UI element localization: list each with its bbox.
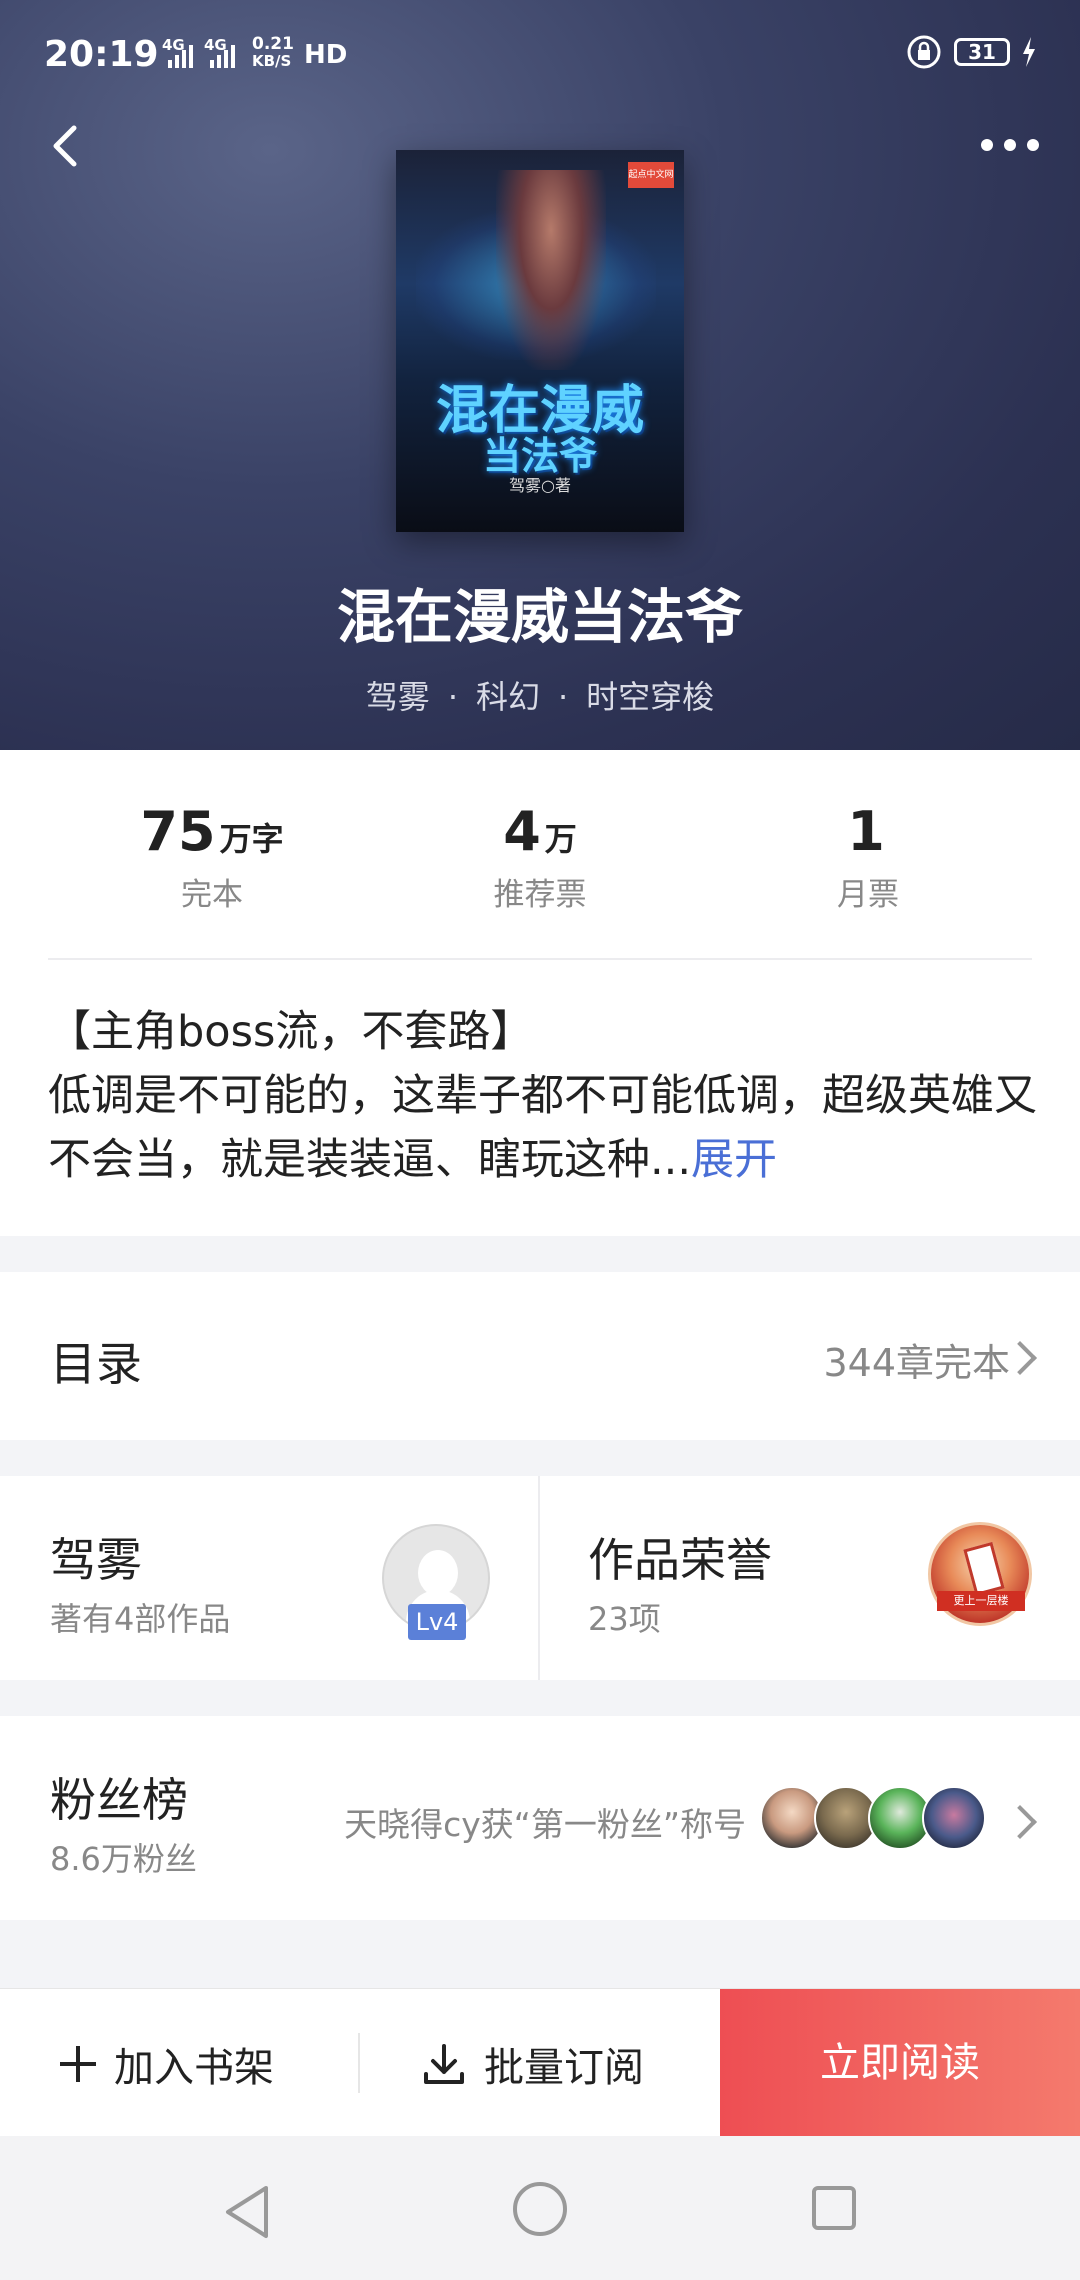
- author-honor-row: 驾雾 著有4部作品 Lv4 作品荣誉 23项 更上一层楼: [0, 1476, 1080, 1680]
- stat-monthly-votes[interactable]: 1 月票: [718, 800, 1018, 914]
- stat-word-count: 75 万字 完本: [62, 800, 362, 914]
- book-title: 混在漫威当法爷: [336, 583, 743, 651]
- add-to-shelf-label: 加入书架: [114, 2045, 274, 2091]
- author-level-badge: Lv4: [408, 1604, 466, 1640]
- intro-text-container: 【主角boss流，不套路】 低调是不可能的，这辈子都不可能低调，超级英雄又不会当…: [48, 1000, 1038, 1192]
- author-name: 驾雾: [50, 1533, 142, 1587]
- stat-label: 推荐票: [493, 877, 587, 913]
- network-label-1: 4G: [162, 36, 185, 54]
- chevron-right-icon: [1003, 1805, 1037, 1839]
- more-button[interactable]: [970, 120, 1050, 170]
- column-divider: [538, 1476, 540, 1680]
- medal-book-icon: [963, 1541, 1005, 1597]
- meta-separator: ·: [558, 678, 569, 716]
- system-nav-bar: [0, 2136, 1080, 2280]
- stat-unit: 万: [544, 820, 577, 858]
- button-separator: [358, 2033, 360, 2093]
- toc-title: 目录: [50, 1337, 142, 1391]
- fans-count: 8.6万粉丝: [50, 1840, 197, 1878]
- medal-ribbon: 更上一层楼: [937, 1591, 1025, 1611]
- honor-title: 作品荣誉: [588, 1533, 772, 1587]
- fans-row[interactable]: 粉丝榜 8.6万粉丝 天晓得cy获“第一粉丝”称号: [0, 1716, 1080, 1920]
- fans-title: 粉丝榜: [50, 1773, 188, 1827]
- lock-rotation-icon: [907, 35, 941, 69]
- book-header: 20:19 4G 4G 0.21 KB/S HD 31 起点中文网 混在漫威 当…: [0, 0, 1080, 750]
- bottom-action-bar: 加入书架 批量订阅 立即阅读: [0, 1988, 1080, 2137]
- back-button[interactable]: [40, 116, 100, 176]
- stat-number: 4: [503, 800, 541, 863]
- book-cover[interactable]: 起点中文网 混在漫威 当法爷 驾雾○著: [396, 150, 684, 532]
- book-stats: 75 万字 完本 4万 推荐票 1 月票: [0, 750, 1080, 960]
- expand-link[interactable]: 展开: [691, 1135, 777, 1185]
- download-icon: [424, 2044, 464, 2084]
- stat-recommend-votes[interactable]: 4万 推荐票: [390, 800, 690, 914]
- status-time: 20:19: [44, 34, 159, 75]
- charging-icon: [1023, 37, 1035, 67]
- hd-indicator: HD: [304, 40, 348, 70]
- stat-number: 75: [140, 800, 216, 863]
- batch-subscribe-label: 批量订阅: [484, 2045, 644, 2091]
- book-intro[interactable]: 【主角boss流，不套路】 低调是不可能的，这辈子都不可能低调，超级英雄又不会当…: [0, 960, 1080, 1236]
- nav-home-icon[interactable]: [513, 2182, 567, 2236]
- toc-row[interactable]: 目录 344章完本: [0, 1272, 1080, 1440]
- nav-recents-icon[interactable]: [812, 2186, 856, 2230]
- network-label-2: 4G: [204, 36, 227, 54]
- author-link[interactable]: 驾雾: [366, 678, 430, 716]
- status-bar: 20:19 4G 4G 0.21 KB/S HD 31: [0, 0, 1080, 110]
- intro-text: 【主角boss流，不套路】 低调是不可能的，这辈子都不可能低调，超级英雄又不会当…: [48, 1007, 1037, 1185]
- category-link[interactable]: 科幻: [476, 678, 540, 716]
- book-meta: 驾雾 · 科幻 · 时空穿梭: [0, 672, 1080, 718]
- nav-back-icon[interactable]: [222, 2184, 272, 2240]
- stat-unit: 万字: [219, 820, 284, 858]
- cover-author: 驾雾○著: [509, 476, 571, 495]
- plus-icon: [60, 2046, 96, 2082]
- stat-label: 月票: [837, 877, 899, 913]
- subcategory-link[interactable]: 时空穿梭: [586, 678, 714, 716]
- chevron-left-icon: [53, 125, 77, 167]
- more-dot-icon: [1004, 139, 1016, 151]
- stat-label: 完本: [181, 877, 243, 913]
- cover-figure: [496, 170, 606, 370]
- status-right: 31: [906, 34, 1036, 70]
- cover-publisher-badge: 起点中文网: [628, 162, 674, 188]
- honor-medal-icon: 更上一层楼: [928, 1522, 1032, 1626]
- fan-avatar: [922, 1786, 986, 1850]
- speed-value: 0.21: [252, 34, 294, 54]
- battery-icon: 31: [954, 38, 1010, 66]
- more-dot-icon: [981, 139, 993, 151]
- add-to-shelf-button[interactable]: 加入书架: [60, 2035, 274, 2093]
- toc-status: 344章完本: [823, 1341, 1010, 1385]
- read-now-button[interactable]: 立即阅读: [720, 1989, 1080, 2137]
- honor-count: 23项: [588, 1600, 661, 1638]
- author-works: 著有4部作品: [50, 1600, 231, 1638]
- speed-unit: KB/S: [252, 52, 292, 70]
- more-dot-icon: [1027, 139, 1039, 151]
- fans-message: 天晓得cy获“第一粉丝”称号: [344, 1805, 746, 1844]
- batch-subscribe-button[interactable]: 批量订阅: [422, 2035, 644, 2093]
- stat-number: 1: [847, 800, 885, 863]
- meta-separator: ·: [447, 678, 458, 716]
